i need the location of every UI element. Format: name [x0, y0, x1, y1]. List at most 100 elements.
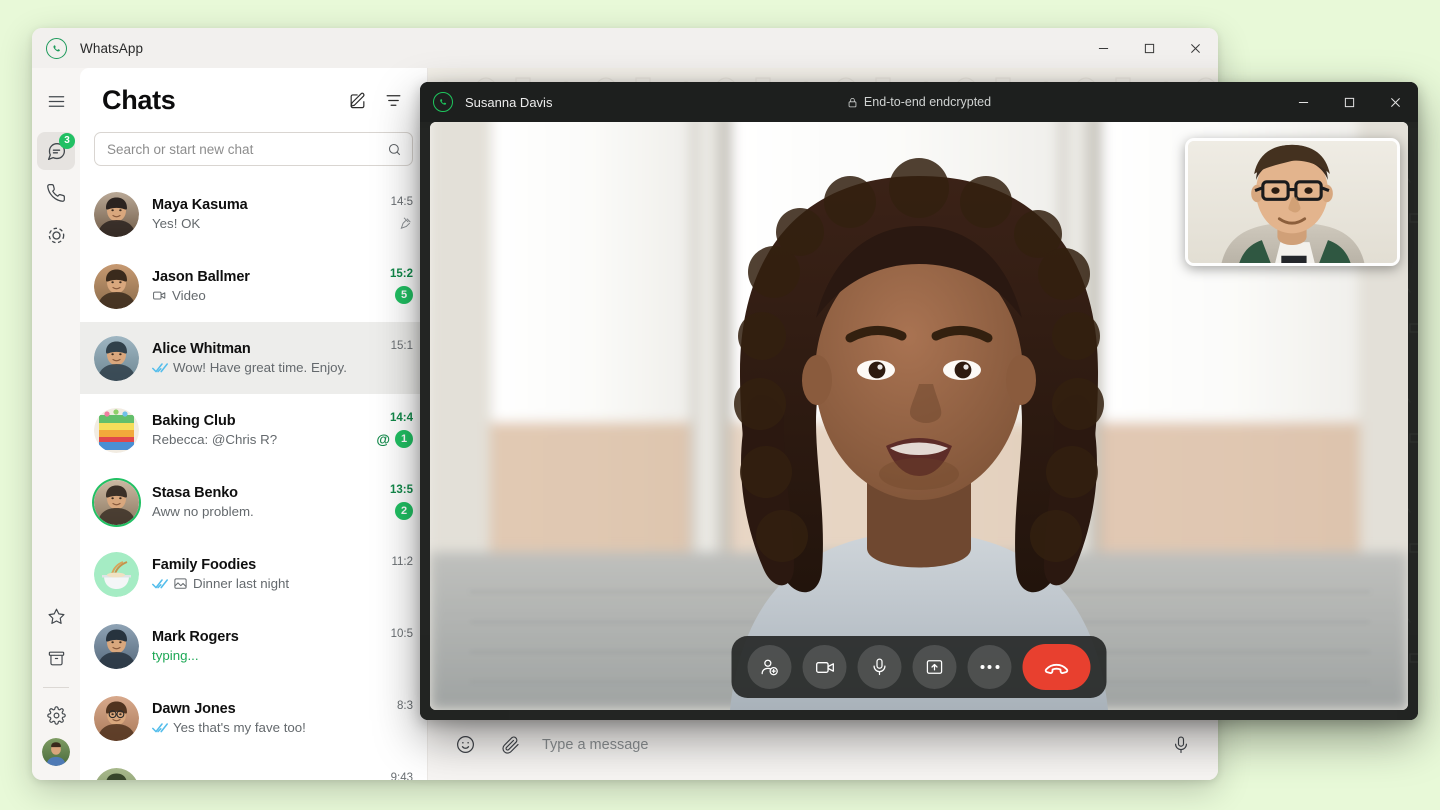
- search-icon: [387, 142, 402, 157]
- chat-item-text: Jason Ballmer Video: [152, 269, 382, 303]
- chat-item-preview: Yes! OK: [152, 216, 201, 231]
- chat-item-time: 8:3: [397, 700, 413, 712]
- sidebar-item-archived[interactable]: [37, 639, 75, 677]
- chat-list-panel: Chats Search or start new chat Maya Kasu…: [80, 68, 428, 780]
- avatar: [94, 479, 139, 525]
- minimize-button[interactable]: [1080, 28, 1126, 68]
- chat-item-preview: Wow! Have great time. Enjoy.: [152, 360, 383, 375]
- chat-list[interactable]: Maya Kasuma Yes! OK 14:5 Jason Ballmer V…: [80, 176, 427, 780]
- hamburger-menu-icon[interactable]: [37, 82, 75, 120]
- avatar: [94, 191, 139, 237]
- chat-item-meta: 10:5: [391, 628, 417, 664]
- chat-item-time: 15:1: [390, 340, 413, 352]
- chat-item-text: Maya Kasuma Yes! OK: [152, 197, 383, 231]
- chat-item-name: Jason Ballmer: [152, 269, 250, 285]
- new-chat-icon[interactable]: [341, 84, 373, 116]
- unread-badge: 1: [395, 430, 413, 448]
- toggle-video-button[interactable]: [802, 645, 847, 689]
- chat-list-item[interactable]: Dawn Jones Yes that's my fave too! 8:3: [80, 682, 427, 754]
- whatsapp-logo-icon: [433, 92, 453, 112]
- sidebar-item-status[interactable]: [37, 216, 75, 254]
- message-input[interactable]: [542, 736, 1150, 753]
- chat-list-item[interactable]: Jason Ballmer Video 15:2 5: [80, 250, 427, 322]
- lock-icon: [847, 97, 858, 108]
- chat-item-meta: 15:2 5: [390, 268, 417, 304]
- chat-item-time: 9:43: [390, 772, 413, 780]
- chat-item-time: 13:5: [389, 484, 413, 496]
- toggle-mic-button[interactable]: [857, 645, 902, 689]
- read-receipt-ticks-icon: [152, 722, 168, 734]
- chat-list-item[interactable]: Baking Club Rebecca: @Chris R? 14:4 @ 1: [80, 394, 427, 466]
- sidebar-item-chats[interactable]: 3: [37, 132, 75, 170]
- rail-divider: [43, 687, 69, 688]
- read-receipt-ticks-icon: [152, 362, 168, 374]
- call-minimize-button[interactable]: [1280, 82, 1326, 122]
- chat-item-text: Mark Rogers typing...: [152, 629, 383, 663]
- avatar: [94, 767, 139, 780]
- avatar: [94, 335, 139, 381]
- chat-item-time: 11:2: [391, 556, 413, 568]
- add-participant-button[interactable]: [747, 645, 792, 689]
- chat-list-item[interactable]: Family Foodies Dinner last night 11:2: [80, 538, 427, 610]
- page-title: Chats: [102, 84, 176, 115]
- self-view-pip[interactable]: [1185, 138, 1400, 266]
- chat-item-name: Maya Kasuma: [152, 197, 248, 213]
- avatar: [94, 263, 139, 309]
- chat-item-name: Baking Club: [152, 413, 236, 429]
- whatsapp-logo-icon: [46, 37, 67, 59]
- main-window-controls: [1080, 28, 1218, 68]
- call-close-button[interactable]: [1372, 82, 1418, 122]
- more-options-button[interactable]: [967, 645, 1012, 689]
- search-input[interactable]: [107, 141, 387, 157]
- sidebar-item-calls[interactable]: [37, 174, 75, 212]
- navigation-rail: 3: [32, 68, 80, 780]
- chat-list-item[interactable]: Ziggy Woodley 9:43: [80, 754, 427, 780]
- chat-item-name: Family Foodies: [152, 557, 257, 573]
- mention-icon: @: [376, 431, 390, 447]
- chat-item-preview: Aww no problem.: [152, 504, 254, 519]
- call-peer-name: Susanna Davis: [465, 94, 553, 110]
- end-call-button[interactable]: [1022, 644, 1091, 690]
- chat-list-item[interactable]: Maya Kasuma Yes! OK 14:5: [80, 178, 427, 250]
- chat-item-preview: typing...: [152, 648, 199, 663]
- chat-item-text: Alice Whitman Wow! Have great time. Enjo…: [152, 341, 383, 375]
- call-maximize-button[interactable]: [1326, 82, 1372, 122]
- unread-badge: 2: [395, 502, 413, 520]
- chat-list-item[interactable]: Stasa Benko Aww no problem. 13:5 2: [80, 466, 427, 538]
- chat-item-meta: 14:5: [391, 196, 417, 232]
- maximize-button[interactable]: [1126, 28, 1172, 68]
- chat-list-item[interactable]: Alice Whitman Wow! Have great time. Enjo…: [80, 322, 427, 394]
- chat-item-text: Family Foodies Dinner last night: [152, 557, 383, 591]
- chat-item-text: Dawn Jones Yes that's my fave too!: [152, 701, 389, 735]
- microphone-icon[interactable]: [1166, 730, 1196, 760]
- profile-avatar[interactable]: [42, 738, 70, 766]
- filter-menu-icon[interactable]: [377, 84, 409, 116]
- video-icon: [152, 288, 167, 303]
- chat-list-actions: [341, 84, 409, 116]
- sidebar-item-settings[interactable]: [37, 696, 75, 734]
- chat-item-name: Dawn Jones: [152, 701, 236, 717]
- call-video-stage: [420, 122, 1418, 720]
- chat-item-time: 10:5: [390, 628, 413, 640]
- avatar: [94, 551, 139, 597]
- close-button[interactable]: [1172, 28, 1218, 68]
- share-screen-button[interactable]: [912, 645, 957, 689]
- search-box[interactable]: [94, 132, 413, 166]
- encryption-label: End-to-end endcrypted: [863, 95, 992, 109]
- search-container: [80, 122, 427, 176]
- chat-item-time: 15:2: [389, 268, 413, 280]
- attachment-clip-icon[interactable]: [496, 730, 526, 760]
- more-dots-icon: [980, 665, 999, 669]
- chat-item-preview: Dinner last night: [152, 576, 383, 591]
- emoji-icon[interactable]: [450, 730, 480, 760]
- video-call-window: Susanna Davis End-to-end endcrypted: [420, 82, 1418, 720]
- sidebar-item-starred[interactable]: [37, 597, 75, 635]
- chat-item-preview: Rebecca: @Chris R?: [152, 432, 278, 447]
- chats-unread-badge: 3: [59, 133, 75, 149]
- call-controls-bar: [731, 636, 1107, 698]
- chat-list-item[interactable]: Mark Rogers typing... 10:5: [80, 610, 427, 682]
- read-receipt-ticks-icon: [152, 578, 168, 590]
- avatar: [94, 623, 139, 669]
- chat-item-meta: 8:3: [397, 700, 417, 736]
- chat-list-header: Chats: [80, 68, 427, 122]
